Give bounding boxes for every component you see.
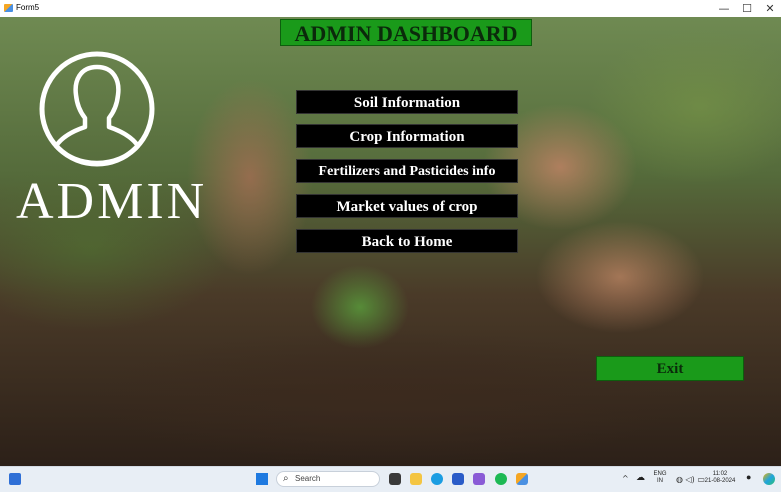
fertilizers-pesticides-button[interactable]: Fertilizers and Pasticides info	[296, 159, 518, 183]
form-background: ADMIN ADMIN DASHBOARD Soil Information C…	[0, 17, 781, 466]
notification-bell-icon[interactable]: ●	[746, 473, 751, 482]
region-code: IN	[657, 478, 663, 484]
file-explorer-icon[interactable]	[410, 473, 422, 485]
form-app-icon[interactable]	[516, 473, 528, 485]
start-icon[interactable]	[256, 473, 268, 485]
widgets-icon[interactable]	[9, 473, 21, 485]
maximize-button[interactable]: ☐	[736, 0, 758, 17]
admin-label: ADMIN	[16, 173, 208, 230]
clock-time: 11:02	[712, 471, 728, 477]
spotify-icon[interactable]	[495, 473, 507, 485]
edge-icon[interactable]	[431, 473, 443, 485]
copilot-icon[interactable]	[763, 473, 775, 485]
soil-information-button[interactable]: Soil Information	[296, 90, 518, 114]
visual-studio-icon[interactable]	[473, 473, 485, 485]
minimize-button[interactable]: —	[713, 0, 735, 17]
language-indicator[interactable]: ENG IN	[652, 471, 668, 485]
market-values-button[interactable]: Market values of crop	[296, 194, 518, 218]
search-icon: ⌕	[283, 473, 289, 484]
dashboard-title: ADMIN DASHBOARD	[280, 19, 532, 46]
exit-button[interactable]: Exit	[596, 356, 744, 381]
chevron-up-icon[interactable]: ^	[622, 474, 629, 483]
clock-date: 21-08-2024	[704, 478, 736, 484]
back-to-home-button[interactable]: Back to Home	[296, 229, 518, 253]
close-button[interactable]: ✕	[759, 0, 781, 17]
title-bar: Form5 — ☐ ✕	[0, 0, 781, 18]
crop-information-button[interactable]: Crop Information	[296, 124, 518, 148]
taskbar: ⌕ Search ^ ☁ ENG IN ◍ ◁) ▭ 11:02 21-08-2…	[0, 466, 781, 492]
app-icon	[4, 4, 13, 12]
task-view-icon[interactable]	[389, 473, 401, 485]
user-silhouette-icon	[39, 51, 155, 167]
window-title: Form5	[16, 3, 40, 12]
taskbar-search[interactable]: ⌕ Search	[276, 471, 380, 487]
language-code: ENG	[653, 471, 667, 477]
store-icon[interactable]	[452, 473, 464, 485]
clock[interactable]: 11:02 21-08-2024	[700, 471, 740, 485]
cloud-icon[interactable]: ☁	[636, 473, 645, 482]
background-image	[0, 317, 781, 466]
search-placeholder: Search	[295, 474, 321, 483]
